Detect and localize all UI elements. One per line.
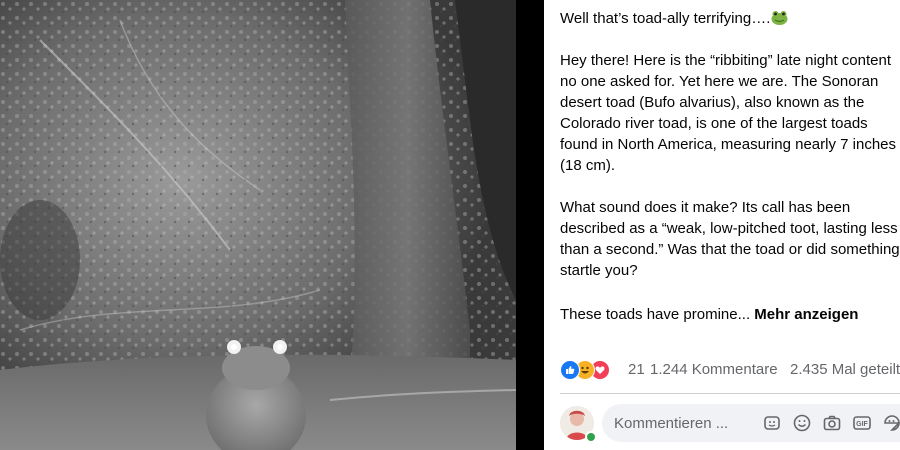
sticker-face-icon[interactable]	[882, 413, 900, 433]
camera-icon[interactable]	[822, 413, 842, 433]
post-paragraph-3: These toads have promine... Mehr anzeige…	[560, 304, 858, 325]
comment-placeholder: Kommentieren ...	[614, 415, 729, 432]
online-status-dot	[585, 431, 597, 443]
gif-icon[interactable]: GIF	[852, 413, 872, 433]
comments-count[interactable]: 1.244 Kommentare	[650, 361, 778, 378]
divider	[560, 393, 900, 394]
emoji-icon[interactable]	[792, 413, 812, 433]
see-more-link[interactable]: Mehr anzeigen	[754, 306, 858, 323]
post-title-text: Well that’s toad-ally terrifying….	[560, 10, 771, 27]
sticker-icon[interactable]	[762, 413, 782, 433]
reactions-bar: 21 1.244 Kommentare 2.435 Mal geteilt	[560, 358, 900, 382]
post-photo[interactable]	[0, 0, 516, 450]
post-truncated-text: These toads have promine...	[560, 306, 755, 323]
post-title: Well that’s toad-ally terrifying….	[560, 8, 788, 29]
shares-count[interactable]: 2.435 Mal geteilt	[790, 361, 900, 378]
reaction-icons[interactable]	[560, 360, 620, 380]
frog-face-emoji-icon	[771, 11, 788, 25]
post-paragraph-1: Hey there! Here is the “ribbiting” late …	[560, 52, 897, 174]
post-panel: Well that’s toad-ally terrifying…. Hey t…	[544, 0, 900, 450]
like-icon	[560, 360, 580, 380]
comment-input[interactable]: Kommentieren ... GIF	[602, 404, 900, 442]
gif-label: GIF	[856, 421, 868, 428]
comment-composer: Kommentieren ... GIF	[560, 404, 900, 444]
post-paragraph-2: What sound does it make? Its call has be…	[560, 199, 900, 279]
reaction-count[interactable]: 21	[628, 361, 645, 378]
night-vision-toad-photo	[0, 0, 516, 450]
